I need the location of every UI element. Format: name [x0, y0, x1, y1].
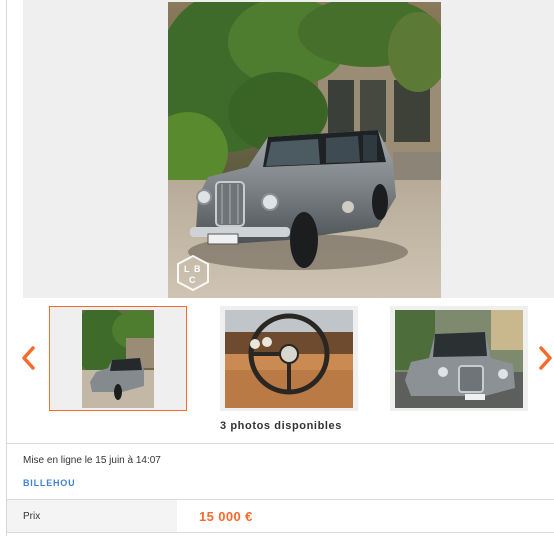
- main-photo-viewer[interactable]: L B C: [23, 0, 554, 298]
- thumbnail-1[interactable]: [49, 306, 187, 411]
- next-photo-button[interactable]: [535, 344, 554, 372]
- thumbnail-2[interactable]: [220, 306, 358, 411]
- main-photo[interactable]: L B C: [168, 2, 441, 298]
- svg-text:C: C: [189, 275, 196, 285]
- divider: [7, 443, 554, 444]
- divider: [7, 532, 554, 533]
- posted-date: Mise en ligne le 15 juin à 14:07: [23, 455, 161, 466]
- previous-photo-button[interactable]: [19, 344, 39, 372]
- thumbnail-3-image: [395, 309, 523, 408]
- ad-frame: L B C 3 photos disponibles Mise en ligne…: [6, 0, 554, 536]
- thumbnail-1-image: [82, 309, 154, 408]
- main-photo-image: L B C: [168, 2, 441, 298]
- svg-text:B: B: [194, 264, 201, 274]
- thumbnail-2-image: [225, 309, 353, 408]
- chevron-left-icon: [22, 346, 35, 370]
- svg-text:L: L: [184, 264, 190, 274]
- thumbnail-carousel: [7, 306, 554, 412]
- price-row: Prix 15 000 €: [7, 500, 554, 532]
- seller-name-link[interactable]: BILLEHOU: [23, 478, 75, 488]
- photo-count-label: 3 photos disponibles: [219, 420, 342, 432]
- price-value: 15 000 €: [199, 509, 253, 524]
- thumbnail-3[interactable]: [390, 306, 528, 411]
- price-label: Prix: [23, 511, 41, 522]
- chevron-right-icon: [539, 346, 552, 370]
- price-label-cell: Prix: [7, 500, 177, 532]
